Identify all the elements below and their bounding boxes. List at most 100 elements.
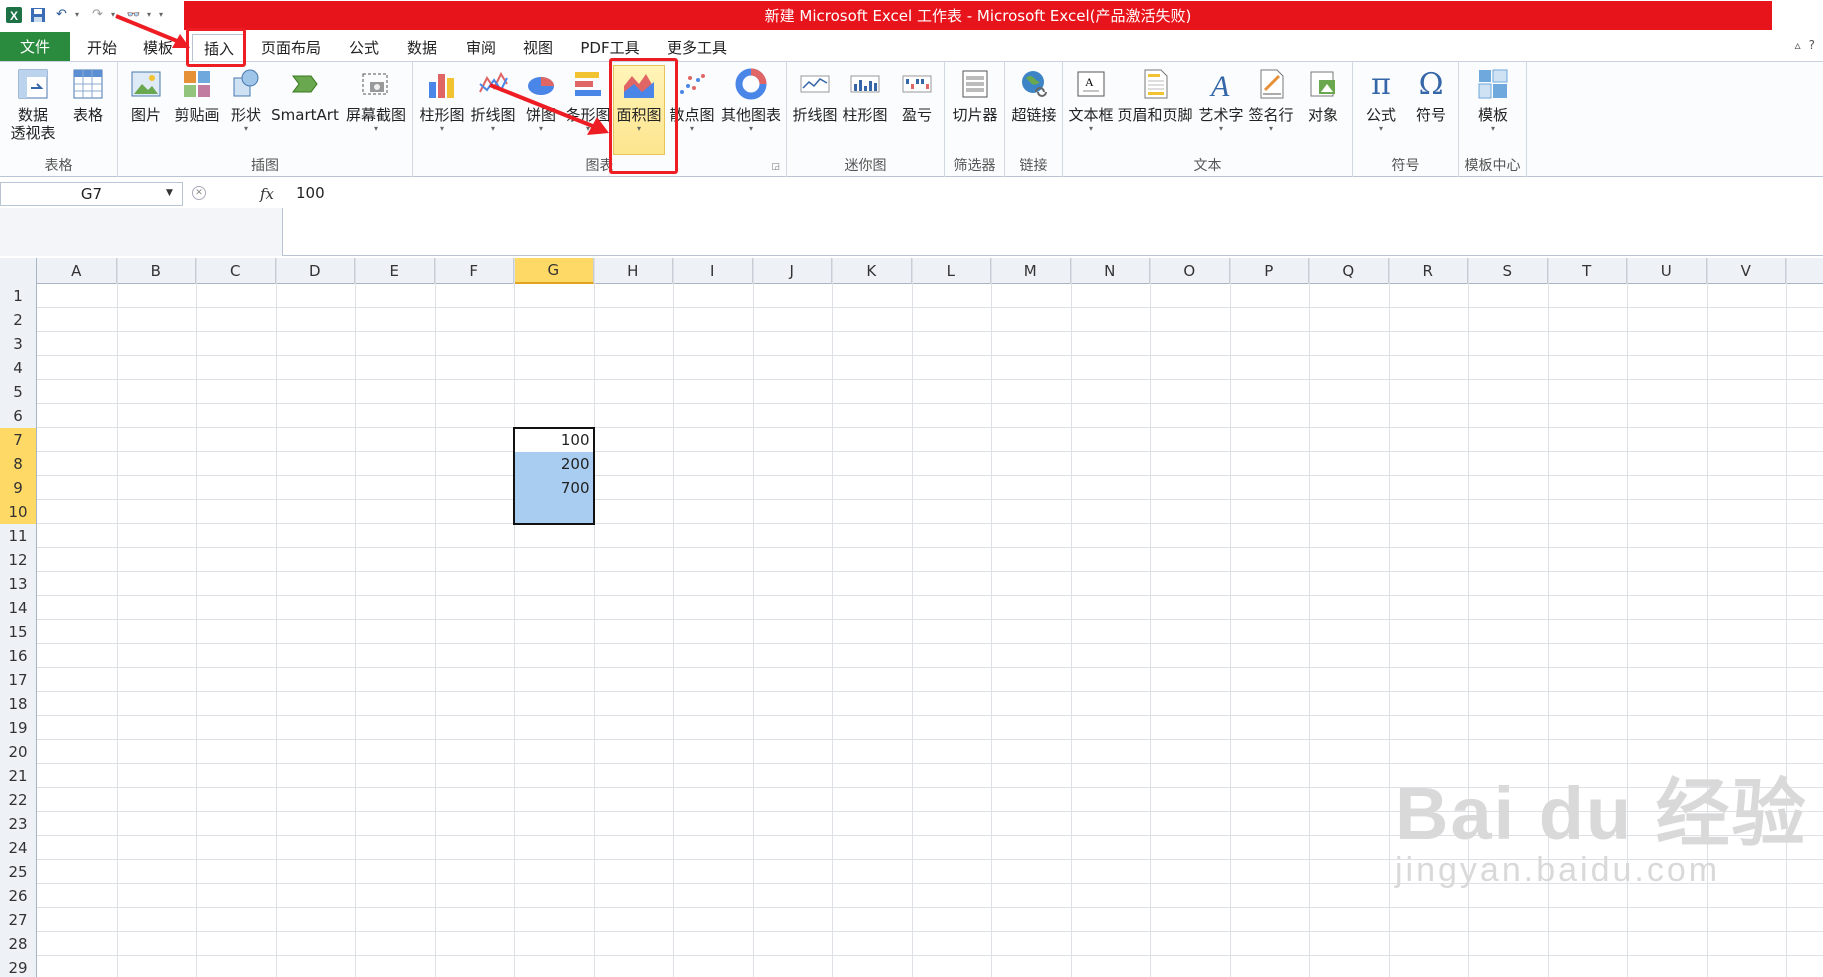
- pivot-table-button[interactable]: 数据 透视表: [4, 66, 62, 142]
- scatter-chart-button[interactable]: 散点图 ▾: [669, 66, 715, 134]
- line-chart-button[interactable]: 折线图 ▾: [469, 66, 517, 134]
- area-chart-button[interactable]: 面积图 ▾: [613, 65, 665, 155]
- row-header[interactable]: 29: [0, 956, 37, 977]
- column-header[interactable]: D: [276, 258, 355, 284]
- column-header[interactable]: G: [514, 258, 594, 284]
- formula-input[interactable]: 100: [296, 184, 325, 202]
- textbox-button[interactable]: A 文本框 ▾: [1067, 66, 1115, 134]
- column-header[interactable]: U: [1627, 258, 1707, 284]
- picture-button[interactable]: 图片: [124, 66, 168, 124]
- select-all-corner[interactable]: [0, 258, 37, 284]
- insert-function-icon[interactable]: fx: [186, 182, 282, 206]
- row-header[interactable]: 28: [0, 932, 37, 956]
- column-header[interactable]: C: [196, 258, 276, 284]
- row-header[interactable]: 18: [0, 692, 37, 716]
- tab-formulas[interactable]: 公式: [338, 34, 390, 61]
- sparkline-column-button[interactable]: 柱形图: [841, 66, 889, 124]
- row-header[interactable]: 20: [0, 740, 37, 764]
- find-dropdown-icon[interactable]: ▾: [147, 10, 156, 19]
- column-header[interactable]: P: [1230, 258, 1309, 284]
- column-header[interactable]: Q: [1309, 258, 1389, 284]
- column-header[interactable]: V: [1707, 258, 1786, 284]
- row-header[interactable]: 19: [0, 716, 37, 740]
- row-header[interactable]: 10: [0, 500, 37, 524]
- row-header[interactable]: 14: [0, 596, 37, 620]
- column-header[interactable]: F: [435, 258, 514, 284]
- column-header[interactable]: N: [1071, 258, 1150, 284]
- redo-dropdown-icon[interactable]: ▾: [111, 10, 120, 19]
- symbol-button[interactable]: Ω 符号: [1407, 66, 1455, 125]
- sparkline-line-button[interactable]: 折线图: [791, 66, 839, 124]
- row-header[interactable]: 27: [0, 908, 37, 932]
- table-button[interactable]: 表格: [64, 66, 112, 124]
- column-header[interactable]: B: [117, 258, 196, 284]
- chart-dialog-launcher-icon[interactable]: ◲: [771, 162, 780, 172]
- sparkline-winloss-button[interactable]: 盈亏: [895, 66, 939, 124]
- row-header[interactable]: 17: [0, 668, 37, 692]
- name-box-dropdown-icon[interactable]: ▼: [166, 188, 173, 198]
- hyperlink-button[interactable]: 超链接: [1009, 66, 1059, 124]
- column-header[interactable]: E: [355, 258, 435, 284]
- row-header[interactable]: 24: [0, 836, 37, 860]
- bar-chart-button[interactable]: 条形图 ▾: [565, 66, 611, 134]
- redo-icon[interactable]: ↷: [87, 4, 108, 25]
- signature-line-button[interactable]: 签名行 ▾: [1247, 66, 1295, 134]
- ribbon-minimize-icon[interactable]: ▵: [1795, 38, 1801, 52]
- column-header[interactable]: O: [1150, 258, 1230, 284]
- column-header[interactable]: A: [37, 258, 117, 284]
- row-header[interactable]: 11: [0, 524, 37, 548]
- row-header[interactable]: 7: [0, 428, 37, 452]
- template-button[interactable]: 模板 ▾: [1469, 66, 1517, 134]
- row-header[interactable]: 9: [0, 476, 37, 500]
- column-header[interactable]: M: [991, 258, 1071, 284]
- find-icon[interactable]: 👓: [123, 4, 144, 25]
- row-header[interactable]: 5: [0, 380, 37, 404]
- wordart-button[interactable]: A 艺术字 ▾: [1197, 66, 1245, 134]
- smartart-button[interactable]: SmartArt: [270, 66, 340, 124]
- column-header[interactable]: T: [1548, 258, 1627, 284]
- tab-page-layout[interactable]: 页面布局: [254, 34, 328, 61]
- column-header[interactable]: K: [832, 258, 912, 284]
- shapes-button[interactable]: 形状 ▾: [226, 66, 266, 134]
- column-header[interactable]: H: [594, 258, 673, 284]
- save-icon[interactable]: [27, 4, 48, 25]
- tab-more-tools[interactable]: 更多工具: [660, 34, 734, 61]
- slicer-button[interactable]: 切片器: [949, 66, 1001, 124]
- column-header[interactable]: R: [1389, 258, 1468, 284]
- row-header[interactable]: 26: [0, 884, 37, 908]
- row-header[interactable]: 16: [0, 644, 37, 668]
- tab-data[interactable]: 数据: [396, 34, 448, 61]
- tab-insert[interactable]: 插入: [192, 34, 246, 61]
- row-header[interactable]: 21: [0, 764, 37, 788]
- screenshot-button[interactable]: 屏幕截图 ▾: [344, 66, 408, 134]
- row-header[interactable]: 22: [0, 788, 37, 812]
- tab-review[interactable]: 审阅: [455, 34, 507, 61]
- row-header[interactable]: 4: [0, 356, 37, 380]
- row-header[interactable]: 25: [0, 860, 37, 884]
- row-header[interactable]: 13: [0, 572, 37, 596]
- tab-file[interactable]: 文件: [0, 32, 70, 61]
- row-header[interactable]: 3: [0, 332, 37, 356]
- tab-home[interactable]: 开始: [76, 34, 128, 61]
- header-footer-button[interactable]: 页眉和页脚: [1117, 66, 1193, 124]
- row-header[interactable]: 2: [0, 308, 37, 332]
- tab-pdf-tools[interactable]: PDF工具: [572, 34, 648, 61]
- row-header[interactable]: 12: [0, 548, 37, 572]
- pie-chart-button[interactable]: 饼图 ▾: [521, 66, 561, 134]
- row-header[interactable]: 15: [0, 620, 37, 644]
- other-charts-button[interactable]: 其他图表 ▾: [719, 66, 783, 134]
- column-header[interactable]: S: [1468, 258, 1548, 284]
- column-chart-button[interactable]: 柱形图 ▾: [419, 66, 465, 134]
- row-header[interactable]: 1: [0, 284, 37, 308]
- column-header[interactable]: L: [912, 258, 991, 284]
- tab-template[interactable]: 模板: [136, 34, 180, 61]
- tab-view[interactable]: 视图: [512, 34, 564, 61]
- undo-icon[interactable]: ↶: [51, 4, 72, 25]
- row-header[interactable]: 23: [0, 812, 37, 836]
- name-box[interactable]: G7: [0, 182, 183, 206]
- object-button[interactable]: 对象: [1299, 66, 1347, 124]
- row-header[interactable]: 8: [0, 452, 37, 476]
- column-header[interactable]: J: [753, 258, 832, 284]
- undo-dropdown-icon[interactable]: ▾: [75, 10, 84, 19]
- row-header[interactable]: 6: [0, 404, 37, 428]
